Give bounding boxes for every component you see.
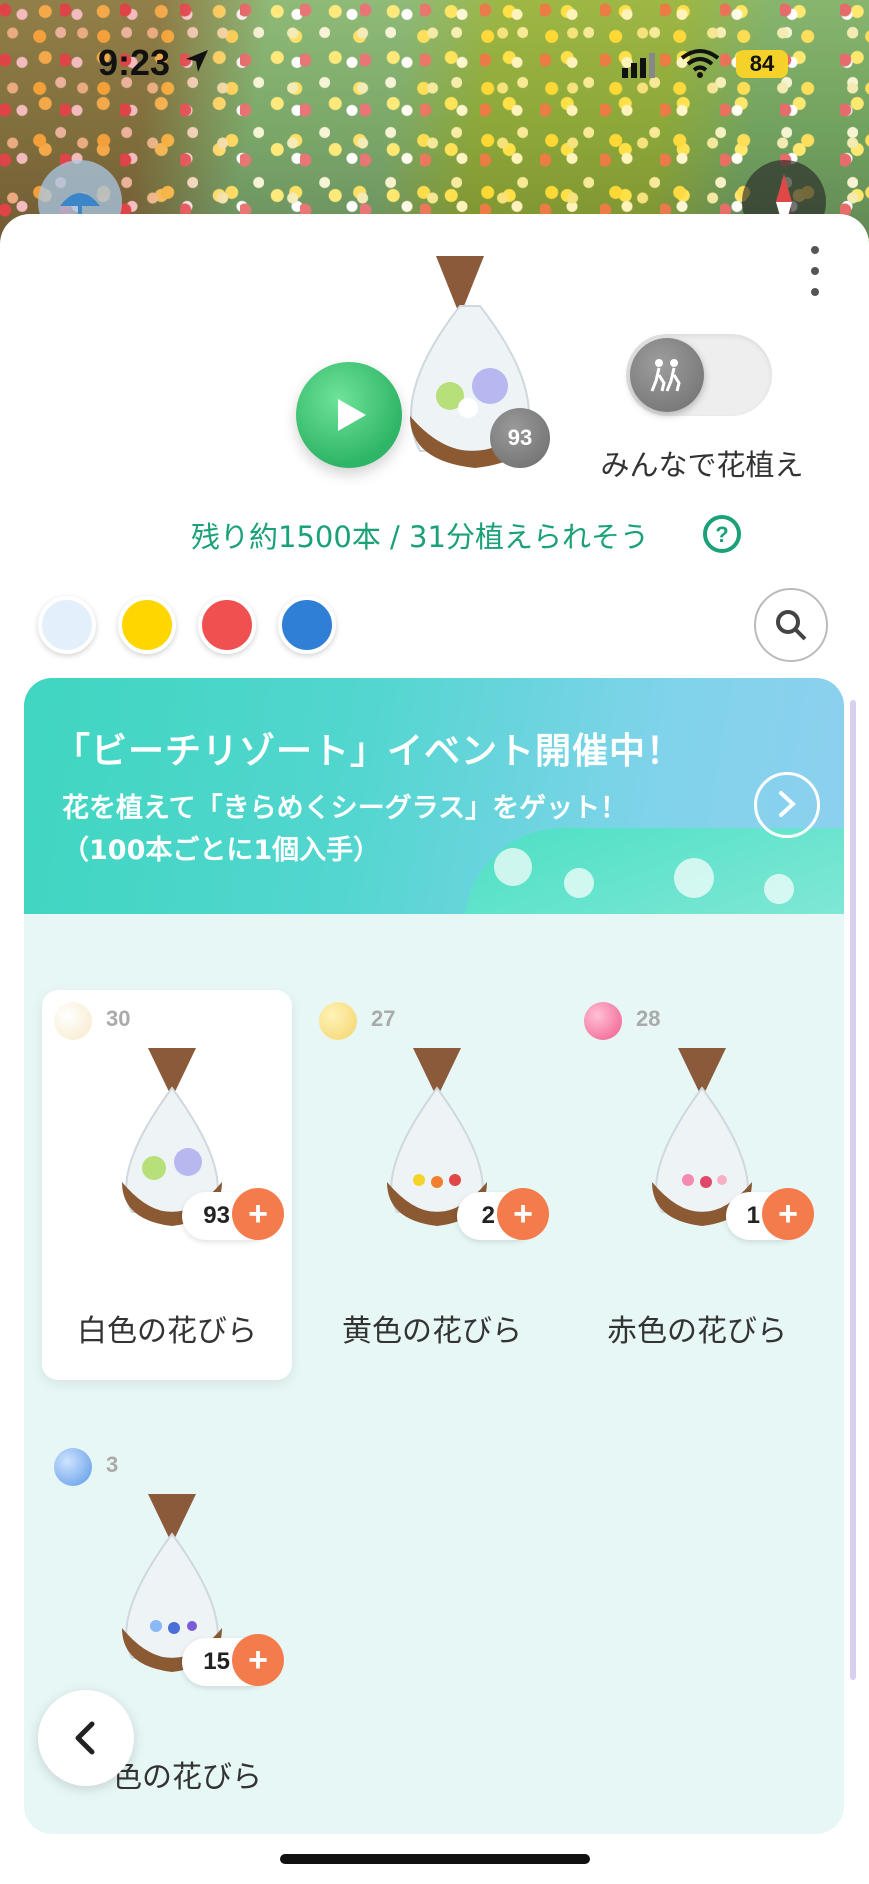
petal-card-red[interactable]: 28 1 + 赤色の花びら	[572, 990, 822, 1380]
color-filter-row	[38, 596, 336, 654]
scrollbar[interactable]	[850, 700, 856, 1680]
petal-name: 黄色の花びら	[342, 1314, 522, 1349]
search-button[interactable]	[754, 588, 828, 662]
home-indicator[interactable]	[280, 1854, 590, 1864]
petal-stock: 27	[371, 1006, 396, 1031]
play-icon	[338, 399, 366, 431]
petal-name: 白色の花びら	[77, 1314, 257, 1349]
petal-quantity: 93	[203, 1202, 230, 1229]
color-filter-red[interactable]	[198, 596, 256, 654]
petal-stock: 3	[106, 1452, 119, 1477]
petal-orb-icon	[54, 1002, 92, 1040]
petal-orb-icon	[54, 1448, 92, 1486]
add-petal-button[interactable]: +	[232, 1188, 284, 1240]
petal-orb-icon	[584, 1002, 622, 1040]
question-circle-icon[interactable]: ?	[702, 514, 742, 554]
color-filter-yellow[interactable]	[118, 596, 176, 654]
petal-stock: 28	[636, 1006, 661, 1031]
petal-quantity: 2	[481, 1202, 495, 1229]
add-petal-button[interactable]: +	[232, 1634, 284, 1686]
back-button[interactable]	[38, 1690, 134, 1786]
add-petal-button[interactable]: +	[762, 1188, 814, 1240]
banner-open-button[interactable]	[754, 772, 820, 838]
group-planting-label: みんなで花植え	[600, 448, 804, 482]
location-arrow-icon	[186, 50, 208, 72]
battery-icon: 84	[736, 50, 788, 78]
more-options-button[interactable]	[800, 246, 830, 296]
toggle-knob	[630, 338, 704, 412]
chevron-left-icon	[75, 1721, 95, 1755]
petal-quantity: 1	[746, 1202, 760, 1229]
status-bar: 9:23 84	[0, 0, 869, 120]
petal-card-white[interactable]: 30 93 + 白色の花びら	[42, 990, 292, 1380]
more-vertical-icon	[811, 246, 819, 254]
selected-count-badge: 93	[490, 408, 550, 468]
status-time: 9:23	[98, 42, 171, 83]
signal-icon	[622, 53, 655, 78]
remaining-estimate-text: 残り約1500本 / 31分植えられそう	[191, 520, 649, 554]
petal-name: 赤色の花びら	[607, 1314, 787, 1349]
banner-title: 「ビーチリゾート」イベント開催中！	[54, 731, 684, 772]
petal-quantity: 15	[203, 1648, 230, 1675]
play-button[interactable]	[296, 362, 402, 468]
banner-note: （100本ごとに1個入手）	[62, 835, 381, 866]
wifi-icon	[680, 49, 720, 78]
petal-card-yellow[interactable]: 27 2 + 黄色の花びら	[307, 990, 557, 1380]
group-walking-icon	[650, 359, 681, 392]
search-icon	[776, 610, 807, 641]
color-filter-blue[interactable]	[278, 596, 336, 654]
color-filter-white[interactable]	[38, 596, 96, 654]
group-planting-toggle[interactable]	[626, 334, 772, 416]
chevron-right-icon	[779, 791, 796, 817]
add-petal-button[interactable]: +	[497, 1188, 549, 1240]
svg-text:?: ?	[715, 522, 728, 547]
banner-description: 花を植えて「きらめくシーグラス」をゲット！	[62, 793, 628, 824]
petal-orb-icon	[319, 1002, 357, 1040]
petal-stock: 30	[106, 1006, 131, 1031]
